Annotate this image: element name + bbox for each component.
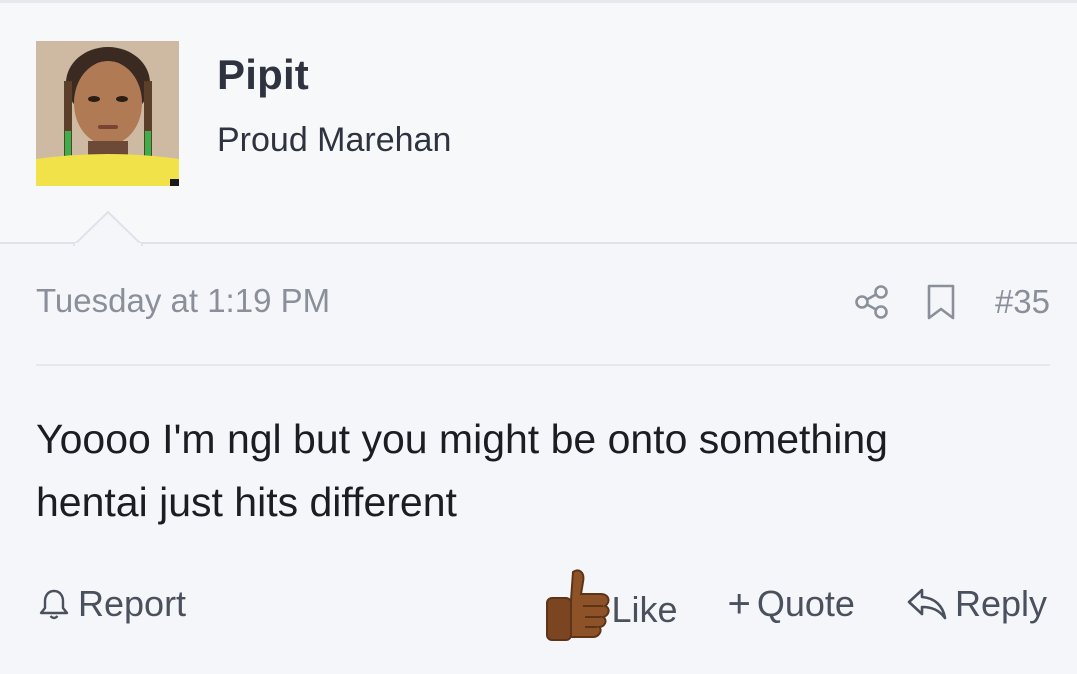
user-title: Proud Marehan bbox=[217, 121, 452, 159]
post-number[interactable]: #35 bbox=[995, 283, 1050, 321]
divider bbox=[36, 364, 1050, 366]
like-label: Like bbox=[611, 589, 678, 630]
arrow-pointer bbox=[73, 210, 143, 246]
post-body-line-1: Yoooo I'm ngl but you might be onto some… bbox=[36, 416, 888, 462]
forum-post: Pipit Proud Marehan Tuesday at 1:19 PM #… bbox=[0, 0, 1077, 674]
post-actions: Like + Quote Reply bbox=[543, 566, 1047, 642]
bell-icon bbox=[39, 589, 69, 620]
report-button[interactable]: Report bbox=[36, 583, 186, 625]
report-label: Report bbox=[78, 583, 187, 624]
thumbs-up-emoji bbox=[546, 569, 611, 641]
username[interactable]: Pipit bbox=[217, 51, 309, 99]
post-meta-actions: #35 bbox=[853, 282, 1050, 322]
quote-label: Quote bbox=[756, 583, 855, 624]
reply-label: Reply bbox=[954, 583, 1047, 624]
quote-button[interactable]: + Quote bbox=[728, 583, 855, 625]
avatar[interactable] bbox=[36, 41, 179, 186]
post-body-line-2: hentai just hits different bbox=[36, 479, 457, 525]
plus-icon: + bbox=[727, 582, 751, 626]
post-body: Yoooo I'm ngl but you might be onto some… bbox=[36, 408, 1036, 534]
share-icon[interactable] bbox=[853, 283, 891, 321]
bookmark-icon[interactable] bbox=[925, 283, 957, 321]
reply-button[interactable]: Reply bbox=[905, 583, 1047, 625]
user-header: Pipit Proud Marehan bbox=[0, 3, 1077, 244]
post-date[interactable]: Tuesday at 1:19 PM bbox=[36, 282, 330, 320]
like-button[interactable]: Like bbox=[543, 566, 727, 642]
reply-arrow-icon bbox=[907, 588, 947, 620]
avatar-image bbox=[36, 41, 179, 186]
